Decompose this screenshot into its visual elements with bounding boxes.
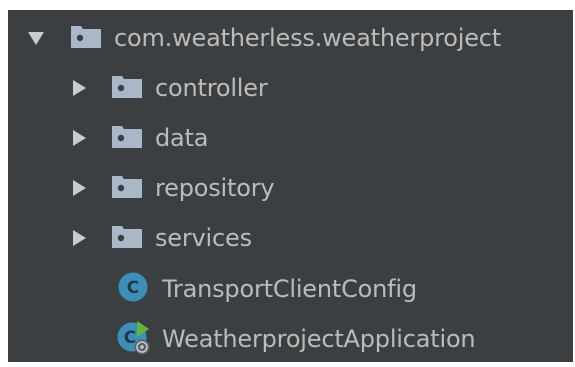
collapse-arrow-icon[interactable]: [73, 80, 86, 96]
collapse-arrow-icon[interactable]: [73, 180, 86, 196]
tree-item-class[interactable]: C WeatherprojectApplication: [116, 319, 476, 360]
tree-item-label: TransportClientConfig: [162, 275, 417, 303]
tree-item-class[interactable]: C TransportClientConfig: [116, 269, 417, 309]
package-folder-icon: [111, 173, 143, 204]
expand-arrow-icon[interactable]: [28, 31, 44, 45]
tree-item-package[interactable]: data: [73, 118, 208, 158]
tree-item-label: data: [155, 124, 209, 152]
project-tree-panel: com.weatherless.weatherproject controlle…: [8, 10, 573, 362]
package-folder-icon: [70, 23, 102, 54]
svg-text:C: C: [127, 278, 139, 298]
spring-boot-class-icon: C: [116, 319, 150, 360]
package-folder-icon: [111, 223, 143, 254]
tree-item-label: repository: [155, 174, 275, 202]
tree-item-label: controller: [155, 74, 268, 102]
tree-item-package[interactable]: repository: [73, 168, 275, 208]
package-folder-icon: [111, 123, 143, 154]
tree-item-label: services: [155, 224, 252, 252]
svg-text:C: C: [124, 328, 136, 348]
tree-item-label: com.weatherless.weatherproject: [114, 24, 501, 52]
collapse-arrow-icon[interactable]: [73, 130, 86, 146]
tree-item-package[interactable]: controller: [73, 68, 268, 108]
collapse-arrow-icon[interactable]: [73, 230, 86, 246]
tree-item-label: WeatherprojectApplication: [162, 325, 476, 353]
java-class-icon: C: [116, 270, 150, 309]
tree-item-package[interactable]: services: [73, 218, 252, 258]
tree-item-root-package[interactable]: com.weatherless.weatherproject: [28, 18, 501, 58]
package-folder-icon: [111, 73, 143, 104]
